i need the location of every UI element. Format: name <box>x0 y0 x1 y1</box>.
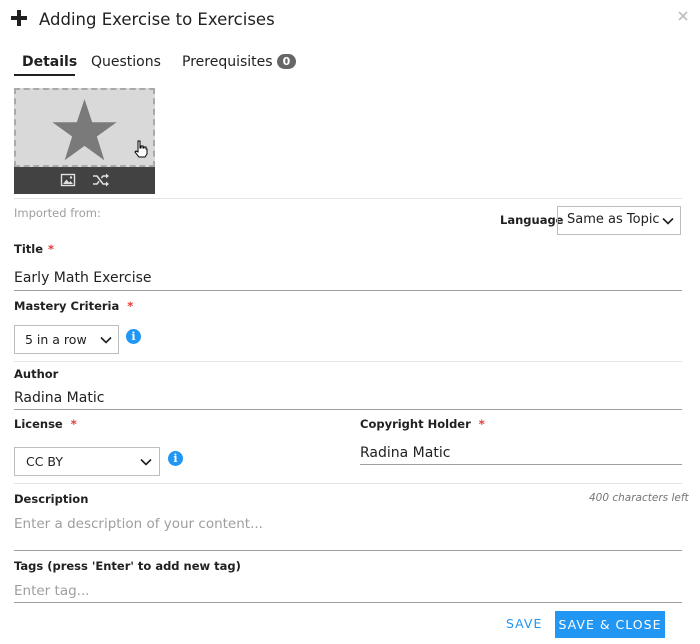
hand-cursor-icon <box>134 140 148 158</box>
chevron-down-icon <box>662 217 674 225</box>
tab-questions[interactable]: Questions <box>91 54 161 70</box>
thumbnail-toolbar <box>14 167 155 194</box>
divider <box>14 198 682 199</box>
shuffle-icon[interactable] <box>92 172 110 188</box>
license-label: License * <box>14 417 77 431</box>
dialog-header: Adding Exercise to Exercises <box>0 0 700 44</box>
title-label-text: Title <box>14 242 44 256</box>
plus-icon <box>10 9 28 27</box>
language-select[interactable]: Same as Topic <box>557 206 681 235</box>
tab-prerequisites[interactable]: Prerequisites 0 <box>182 54 297 70</box>
description-character-counter: 400 characters left <box>589 492 689 504</box>
description-input[interactable]: Enter a description of your content... <box>14 516 263 532</box>
prerequisites-count-badge: 0 <box>276 54 297 69</box>
tags-input-underline <box>14 602 682 603</box>
active-tab-indicator <box>14 74 75 76</box>
copyright-holder-label-text: Copyright Holder <box>360 417 471 431</box>
required-mark: * <box>48 242 55 256</box>
tab-prerequisites-label: Prerequisites <box>182 54 273 70</box>
save-button[interactable]: SAVE <box>506 616 542 631</box>
language-value: Same as Topic <box>567 212 660 227</box>
chevron-down-icon <box>140 458 152 466</box>
description-input-underline <box>14 550 682 551</box>
save-and-close-button[interactable]: SAVE & CLOSE <box>555 611 665 638</box>
star-icon <box>52 99 117 161</box>
divider <box>14 483 682 484</box>
title-input-underline <box>14 290 682 291</box>
image-icon[interactable] <box>60 172 76 188</box>
mastery-criteria-label-text: Mastery Criteria <box>14 299 120 313</box>
language-label: Language <box>500 213 564 227</box>
required-mark: * <box>127 299 134 313</box>
tags-input[interactable]: Enter tag... <box>14 583 90 599</box>
thumbnail <box>14 88 155 195</box>
required-mark: * <box>478 417 485 431</box>
dialog-title: Adding Exercise to Exercises <box>39 10 275 29</box>
mastery-criteria-value: 5 in a row <box>25 332 87 347</box>
license-label-text: License <box>14 417 63 431</box>
tab-details[interactable]: Details <box>22 54 77 70</box>
license-info-icon[interactable]: i <box>168 451 183 466</box>
chevron-down-icon <box>100 336 112 344</box>
divider <box>14 361 682 362</box>
description-label: Description <box>14 492 89 506</box>
copyright-holder-label: Copyright Holder * <box>360 417 485 431</box>
imported-from-label: Imported from: <box>14 206 101 220</box>
mastery-criteria-label: Mastery Criteria * <box>14 299 133 313</box>
license-select[interactable]: CC BY <box>14 447 160 476</box>
mastery-criteria-select[interactable]: 5 in a row <box>14 325 119 354</box>
author-input[interactable]: Radina Matic <box>14 390 104 406</box>
mastery-info-icon[interactable]: i <box>126 329 141 344</box>
title-label: Title * <box>14 242 54 256</box>
title-input[interactable]: Early Math Exercise <box>14 270 152 286</box>
tags-label: Tags (press 'Enter' to add new tag) <box>14 559 241 573</box>
license-value: CC BY <box>26 454 63 469</box>
thumbnail-dropzone[interactable] <box>14 88 155 167</box>
author-input-underline <box>14 409 682 410</box>
author-label: Author <box>14 367 59 381</box>
close-icon[interactable] <box>676 9 690 23</box>
required-mark: * <box>70 417 77 431</box>
copyright-holder-input[interactable]: Radina Matic <box>360 445 450 461</box>
copyright-holder-underline <box>360 464 682 465</box>
